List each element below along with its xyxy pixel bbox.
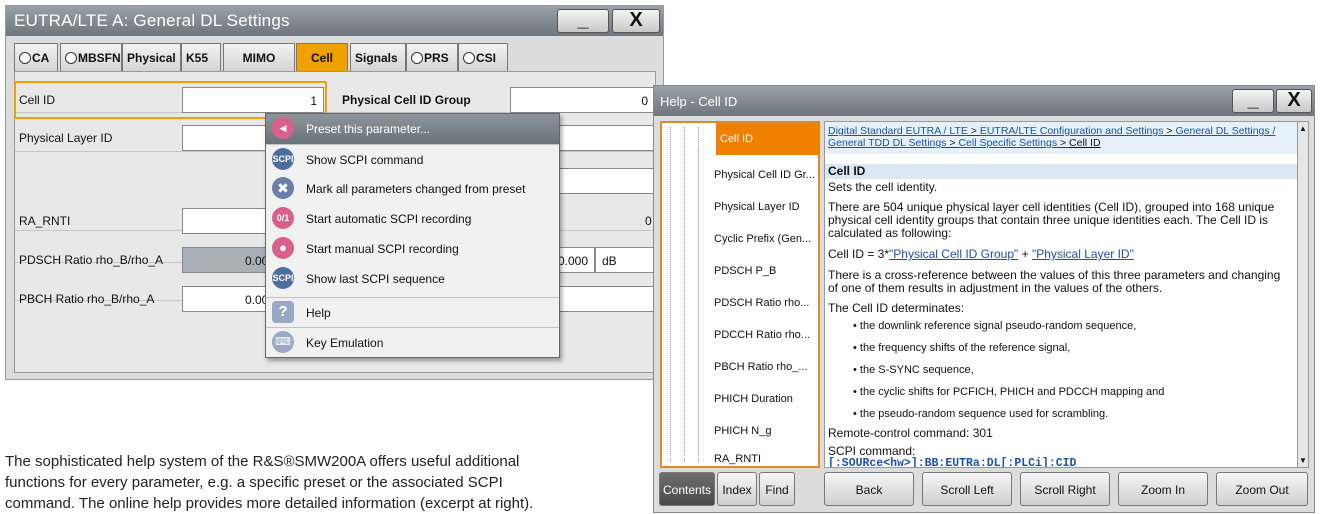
help-content: Digital Standard EUTRA / LTE > EUTRA/LTE… bbox=[824, 121, 1298, 468]
menu-item-auto-recording[interactable]: 0/1 Start automatic SCPI recording bbox=[266, 204, 559, 234]
bullet-item: • the S-SYNC sequence, bbox=[853, 364, 974, 376]
help-paragraph: Sets the cell identity. bbox=[828, 180, 938, 194]
tree-guide bbox=[698, 127, 699, 462]
help-minimize-button[interactable]: _ bbox=[1232, 89, 1274, 113]
tree-item[interactable]: PDCCH Ratio rho... bbox=[714, 326, 810, 346]
tab-k55[interactable]: K55 bbox=[181, 43, 221, 71]
tree-item[interactable]: PBCH Ratio rho_... bbox=[714, 358, 808, 378]
zoom-out-button[interactable]: Zoom Out bbox=[1216, 472, 1308, 506]
help-scrollbar[interactable]: ▲ ▼ bbox=[1297, 121, 1309, 468]
tree-item[interactable]: PDSCH Ratio rho... bbox=[714, 294, 809, 314]
minimize-icon: _ bbox=[577, 9, 589, 31]
breadcrumb: Digital Standard EUTRA / LTE > EUTRA/LTE… bbox=[825, 122, 1297, 154]
help-paragraph: There are 504 unique physical layer cell… bbox=[828, 200, 1275, 240]
help-paragraph: The Cell ID determinates: bbox=[828, 301, 965, 315]
tab-physical[interactable]: Physical bbox=[122, 43, 181, 71]
breadcrumb-link[interactable]: EUTRA/LTE Configuration and Settings bbox=[980, 125, 1164, 137]
right-value: 0 bbox=[645, 214, 652, 228]
cell-id-field[interactable]: 1 bbox=[182, 87, 324, 113]
scpi-sequence-icon: SCPI bbox=[272, 267, 294, 289]
menu-item-key-emulation[interactable]: ⌨ Key Emulation bbox=[266, 327, 559, 357]
bullet-item: • the cyclic shifts for PCFICH, PHICH an… bbox=[853, 386, 1165, 398]
physical-layer-id-label: Physical Layer ID bbox=[19, 131, 113, 145]
tree-item[interactable]: PHICH Duration bbox=[714, 390, 793, 410]
scpi-command: [:SOURce<hw>]:BB:EUTRa:DL[:PLCi]:CID bbox=[828, 457, 1077, 468]
help-heading: Cell ID bbox=[825, 164, 1297, 179]
close-button[interactable]: X bbox=[612, 9, 660, 33]
remote-command: Remote-control command: 301 bbox=[828, 426, 993, 440]
breadcrumb-link[interactable]: Digital Standard EUTRA / LTE bbox=[828, 125, 968, 137]
close-icon: X bbox=[1287, 89, 1301, 111]
contents-button[interactable]: Contents bbox=[659, 472, 715, 506]
tree-item[interactable]: RA_RNTI bbox=[714, 450, 761, 470]
minimize-icon: _ bbox=[1247, 89, 1259, 111]
pbch-ratio-label: PBCH Ratio rho_B/rho_A bbox=[19, 292, 155, 306]
auto-record-icon: 0/1 bbox=[272, 207, 294, 229]
tree-item[interactable]: PHICH N_g bbox=[714, 422, 771, 442]
menu-item-mark-changed[interactable]: ✖ Mark all parameters changed from prese… bbox=[266, 174, 559, 204]
tab-ca[interactable]: CA bbox=[14, 43, 58, 71]
formula: Cell ID = 3*"Physical Cell ID Group" + "… bbox=[828, 247, 1134, 261]
radio-icon bbox=[65, 52, 77, 64]
tree-item[interactable]: Physical Layer ID bbox=[714, 198, 800, 218]
preset-arrow-icon: ◀ bbox=[272, 117, 294, 139]
tab-signals[interactable]: Signals bbox=[350, 43, 406, 71]
minimize-button[interactable]: _ bbox=[557, 9, 609, 33]
scroll-down-icon[interactable]: ▼ bbox=[1299, 456, 1307, 465]
tab-prs[interactable]: PRS bbox=[406, 43, 458, 71]
mark-x-icon: ✖ bbox=[272, 177, 294, 199]
bullet-item: • the pseudo-random sequence used for sc… bbox=[853, 408, 1109, 420]
formula-link[interactable]: "Physical Cell ID Group" bbox=[889, 247, 1018, 261]
menu-item-last-scpi[interactable]: SCPI Show last SCPI sequence bbox=[266, 264, 559, 294]
menu-item-manual-recording[interactable]: ● Start manual SCPI recording bbox=[266, 234, 559, 264]
menu-item-help[interactable]: ? Help bbox=[266, 297, 559, 327]
tab-mbsfn[interactable]: MBSFN bbox=[60, 43, 122, 71]
ra-rnti-label: RA_RNTI bbox=[19, 214, 71, 228]
menu-item-show-scpi[interactable]: SCPI Show SCPI command bbox=[266, 144, 559, 174]
radio-icon bbox=[19, 52, 31, 64]
menu-item-preset[interactable]: ◀ Preset this parameter... bbox=[266, 114, 559, 144]
help-title: Help - Cell ID bbox=[654, 86, 1314, 116]
physical-cell-id-group-field[interactable]: 0 bbox=[510, 87, 655, 113]
breadcrumb-link[interactable]: Cell Specific Settings bbox=[958, 137, 1057, 149]
find-button[interactable]: Find bbox=[759, 472, 795, 506]
tree-item[interactable]: Physical Cell ID Gr... bbox=[714, 166, 815, 186]
scroll-left-button[interactable]: Scroll Left bbox=[922, 472, 1012, 506]
zoom-in-button[interactable]: Zoom In bbox=[1118, 472, 1208, 506]
bullet-item: • the downlink reference signal pseudo-r… bbox=[853, 320, 1137, 332]
unit-select[interactable]: dB bbox=[595, 247, 655, 273]
scpi-icon: SCPI bbox=[272, 148, 294, 170]
help-close-button[interactable]: X bbox=[1276, 89, 1312, 113]
help-window: Help - Cell ID _ X Cell ID Physical Cell… bbox=[653, 85, 1315, 513]
help-topic-tree: Cell ID Physical Cell ID Gr... Physical … bbox=[660, 121, 820, 468]
parameter-context-menu: ◀ Preset this parameter... SCPI Show SCP… bbox=[265, 113, 560, 358]
keyboard-icon: ⌨ bbox=[272, 331, 294, 353]
help-icon: ? bbox=[272, 301, 294, 323]
breadcrumb-current: Cell ID bbox=[1069, 137, 1101, 149]
physical-cell-id-group-label: Physical Cell ID Group bbox=[342, 93, 471, 107]
radio-icon bbox=[411, 52, 423, 64]
tab-mimo[interactable]: MIMO bbox=[223, 43, 295, 71]
tree-item-cell-id[interactable]: Cell ID bbox=[716, 123, 820, 155]
index-button[interactable]: Index bbox=[717, 472, 757, 506]
tree-item[interactable]: Cyclic Prefix (Gen... bbox=[714, 230, 811, 250]
tab-csi[interactable]: CSI bbox=[458, 43, 508, 71]
caption-text: The sophisticated help system of the R&S… bbox=[5, 453, 534, 512]
cell-id-label: Cell ID bbox=[19, 93, 56, 107]
tree-guide bbox=[670, 127, 671, 462]
help-paragraph: There is a cross-reference between the v… bbox=[828, 268, 1281, 295]
tree-guide bbox=[684, 127, 685, 462]
formula-link[interactable]: "Physical Layer ID" bbox=[1032, 247, 1134, 261]
manual-record-icon: ● bbox=[272, 237, 294, 259]
scroll-right-button[interactable]: Scroll Right bbox=[1020, 472, 1110, 506]
back-button[interactable]: Back bbox=[824, 472, 914, 506]
close-icon: X bbox=[629, 9, 643, 31]
radio-icon bbox=[463, 52, 475, 64]
pdsch-ratio-label: PDSCH Ratio rho_B/rho_A bbox=[19, 253, 164, 267]
scroll-up-icon[interactable]: ▲ bbox=[1299, 124, 1307, 133]
tree-item[interactable]: PDSCH P_B bbox=[714, 262, 776, 282]
bullet-item: • the frequency shifts of the reference … bbox=[853, 342, 1071, 354]
